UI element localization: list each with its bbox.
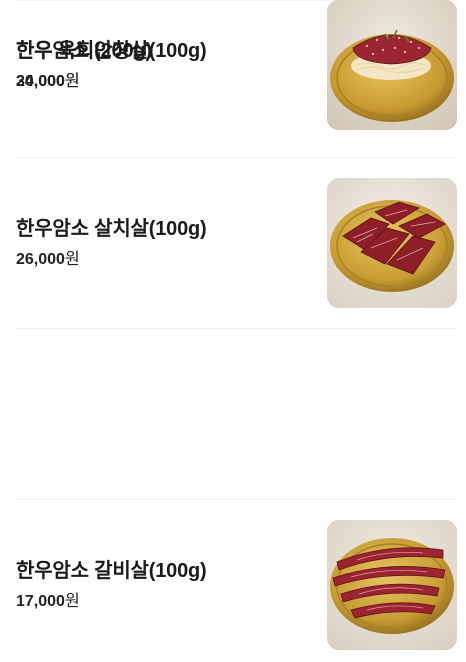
menu-item-name: 한우암소 살치살(100g)	[16, 218, 207, 240]
menu-list: 한우암소 살치살(100g) 26,000원 한우암소 갈비살(100g) 17…	[0, 0, 466, 662]
menu-item-info: 한우 육회(200g) 24,000원	[16, 0, 316, 130]
price-amount: 24,000	[16, 73, 65, 90]
price-currency: 원	[64, 593, 80, 610]
menu-item-price: 26,000원	[16, 250, 316, 270]
menu-item-name: 한우암소 갈비살(100g)	[16, 560, 207, 582]
divider	[16, 499, 457, 500]
divider	[16, 328, 457, 329]
menu-item-salchisal[interactable]: 한우암소 살치살(100g) 26,000원	[16, 178, 457, 308]
menu-item-info: 한우암소 갈비살(100g) 17,000원	[16, 520, 316, 650]
menu-item-galbisal[interactable]: 한우암소 갈비살(100g) 17,000원	[16, 520, 457, 650]
menu-item-photo[interactable]	[327, 520, 457, 650]
divider	[16, 157, 457, 158]
menu-item-photo[interactable]	[327, 178, 457, 308]
price-amount: 17,000	[16, 593, 65, 610]
price-currency: 원	[64, 73, 80, 90]
menu-item-name: 한우 육회(200g)	[16, 40, 152, 62]
menu-item-photo[interactable]	[327, 0, 457, 130]
menu-item-info: 한우암소 살치살(100g) 26,000원	[16, 178, 316, 308]
price-amount: 26,000	[16, 251, 65, 268]
menu-item-yukhoe[interactable]: 한우 육회(200g) 24,000원	[16, 0, 457, 130]
price-currency: 원	[64, 251, 80, 268]
menu-item-price: 24,000원	[16, 72, 316, 92]
menu-item-price: 17,000원	[16, 592, 316, 612]
